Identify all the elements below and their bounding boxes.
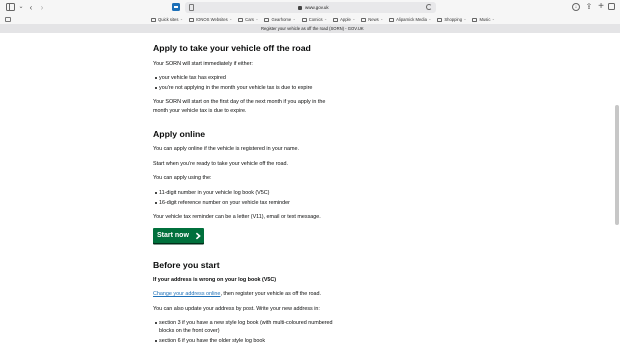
paragraph: Your SORN will start on the first day of… [153,99,326,105]
folder-icon [472,17,478,22]
reader-icon[interactable] [189,4,194,11]
paragraph: You can apply using the: [153,175,212,181]
arrow-right-icon [195,232,201,239]
bullet-dot [154,87,157,90]
folder-icon [437,17,443,22]
subheading: If your address is wrong on your log boo… [153,277,277,283]
chevron-down-icon: ⌄ [229,17,233,21]
start-button-label: Start now [157,232,189,239]
bullet-dot [154,340,157,343]
sidebar-icon[interactable] [6,3,15,11]
paragraph: Your vehicle tax reminder can be a lette… [153,214,321,220]
bookmarks-bar: Quick sites ⌄ IONOS Websites ⌄ Cars ⌄ Gearhome… [0,15,620,24]
folder-icon [361,17,367,22]
active-tab[interactable]: Register your vehicle as off the road (S… [258,24,364,33]
folder-icon [188,17,194,22]
scrollbar[interactable] [615,105,619,225]
folder-icon [301,17,307,22]
tabs-overview-icon[interactable] [608,3,615,10]
section-heading-apply-off-road: Apply to take your vehicle off the road [153,43,311,53]
bookmark-label: Cars [245,17,255,22]
paragraph: Your SORN will start immediately if eith… [153,61,253,67]
bookmark-label: Music [479,17,491,22]
bookmarks-sidebar-icon[interactable] [5,16,11,22]
chevron-down-icon: ⌄ [463,17,467,21]
folder-icon [333,17,339,22]
chevron-down-icon: ⌄ [255,17,259,21]
bookmark-label: Quick sites [158,17,179,22]
list-item-text: you’re not applying in the month your ve… [159,85,313,91]
browser-toolbar: ⌄ ‹ › www.gov.uk ↓ ⇪ + [0,0,620,15]
folder-icon [264,17,270,22]
lock-icon [298,6,302,10]
bullet-dot [154,202,157,205]
reload-icon[interactable] [426,4,432,10]
bookmark-folder[interactable]: Quick sites ⌄ [151,15,183,24]
chevron-down-icon: ⌄ [324,17,328,21]
list-item-text: 16-digit reference number on your vehicl… [159,200,290,206]
paragraph: You can apply online if the vehicle is r… [153,146,300,152]
bullet-dot [154,322,157,325]
bookmark-label: Apple [340,17,351,22]
bookmark-label: Comics [308,17,323,22]
paragraph: You can also update your address by post… [153,306,320,312]
list-item-text: blocks on the front cover) [159,328,220,334]
gov-uk-favicon [172,3,180,11]
share-icon[interactable]: ⇪ [585,3,593,11]
chevron-down-icon: ⌄ [179,17,183,21]
bookmark-folder[interactable]: Apple ⌄ [333,15,355,24]
bookmark-label: Shopping [444,17,463,22]
bookmark-folder[interactable]: IONOS Websites ⌄ [188,15,233,24]
folder-icon [151,17,156,22]
bookmark-folder[interactable]: News ⌄ [361,15,383,24]
folder-icon [238,17,244,22]
bookmark-folder[interactable]: Shopping ⌄ [437,15,466,24]
chevron-down-icon: ⌄ [352,17,356,21]
list-item-text: your vehicle tax has expired [159,75,226,81]
chevron-down-icon: ⌄ [380,17,384,21]
download-icon[interactable]: ↓ [572,3,580,11]
start-now-button[interactable]: Start now [153,228,204,243]
bookmarks-list: Quick sites ⌄ IONOS Websites ⌄ Cars ⌄ Gearhome… [151,15,501,24]
tab-title: Register your vehicle as off the road (S… [261,26,364,31]
forward-button[interactable]: › [39,3,45,12]
back-button[interactable]: ‹ [28,3,34,12]
paragraph: month your vehicle tax is due to expire. [153,108,247,114]
chevron-down-icon[interactable]: ⌄ [18,3,24,12]
section-heading-apply-online: Apply online [153,129,206,139]
section-heading-before-you-start: Before you start [153,260,220,270]
paragraph-with-link: Change your address online, then registe… [153,290,321,299]
bookmark-folder[interactable]: Gearhome ⌄ [264,15,296,24]
chevron-down-icon: ⌄ [428,17,432,21]
paragraph: Start when you’re ready to take your veh… [153,161,289,167]
bookmark-folder[interactable]: Comics ⌄ [301,15,328,24]
change-address-link[interactable]: Change your address online [153,291,220,297]
list-item-text: section 6 if you have the older style lo… [159,338,266,344]
bookmark-label: Aliparnick Media [396,17,427,22]
tab-strip: Register your vehicle as off the road (S… [0,24,620,33]
bookmark-label: IONOS Websites [195,17,228,22]
bookmark-label: Gearhome [271,17,292,22]
bullet-dot [154,192,157,195]
plus-icon[interactable]: + [597,2,605,12]
paragraph-text: , then register your vehicle as off the … [220,291,322,297]
chevron-down-icon: ⌄ [292,17,296,21]
chevron-down-icon: ⌄ [491,17,495,21]
bookmark-folder[interactable]: Aliparnick Media ⌄ [389,15,431,24]
list-item-text: 11-digit number in your vehicle log book… [159,190,270,196]
address-bar[interactable]: www.gov.uk [185,2,436,13]
folder-icon [389,17,395,22]
bookmark-folder[interactable]: Music ⌄ [472,15,495,24]
page-content: Apply to take your vehicle off the road … [0,33,620,349]
url-text: www.gov.uk [305,5,329,10]
bullet-dot [154,77,157,80]
bookmark-label: News [368,17,379,22]
bookmark-folder[interactable]: Cars ⌄ [238,15,258,24]
